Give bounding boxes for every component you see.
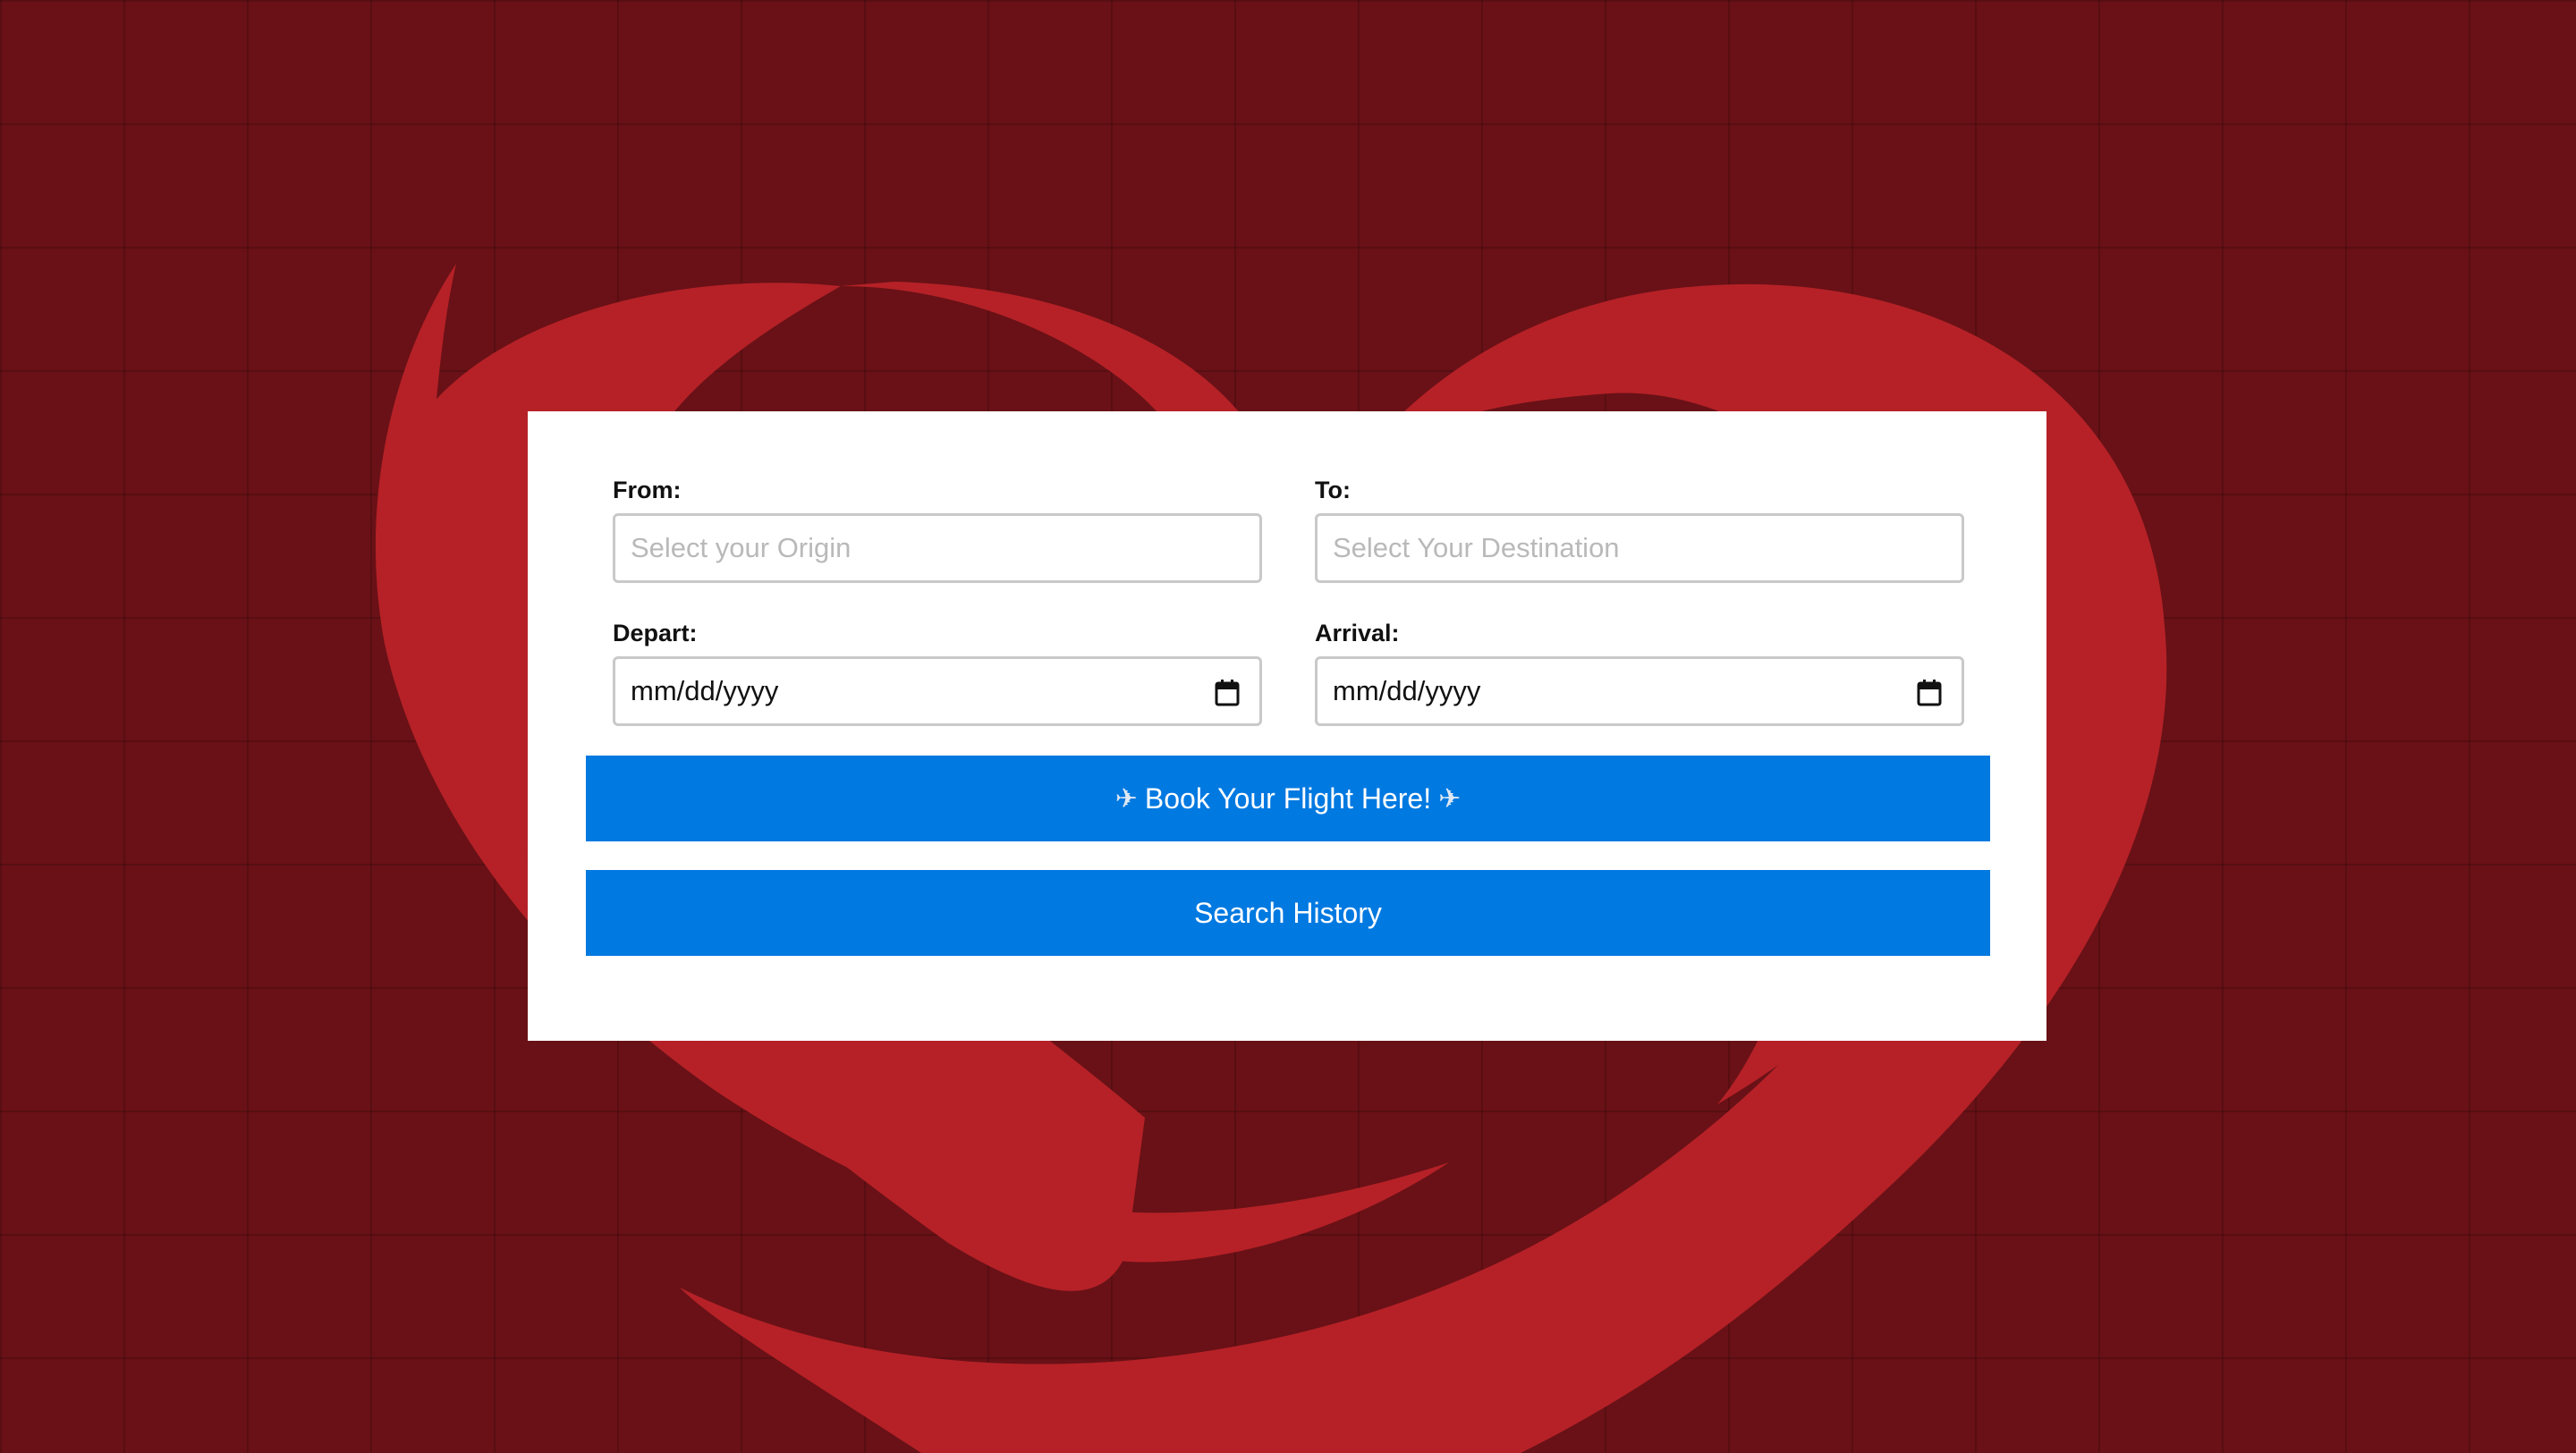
search-history-label: Search History xyxy=(1194,896,1382,929)
search-history-button[interactable]: Search History xyxy=(586,870,1990,956)
book-flight-button[interactable]: ✈ Book Your Flight Here! ✈ xyxy=(586,756,1990,841)
airplane-icon: ✈ xyxy=(1114,783,1138,814)
depart-label: Depart: xyxy=(613,620,698,646)
flight-search-card: From: Select your Origin To: Select Your… xyxy=(528,411,2046,1041)
calendar-icon[interactable] xyxy=(1917,680,1942,706)
origin-placeholder: Select your Origin xyxy=(631,532,852,563)
origin-input[interactable]: Select your Origin xyxy=(613,513,1262,583)
airplane-icon: ✈ xyxy=(1438,783,1462,814)
calendar-icon[interactable] xyxy=(1215,680,1240,706)
destination-placeholder: Select Your Destination xyxy=(1333,532,1620,563)
book-flight-label: Book Your Flight Here! xyxy=(1144,781,1432,815)
depart-date-value: mm/dd/yyyy xyxy=(631,675,779,706)
destination-input[interactable]: Select Your Destination xyxy=(1315,513,1964,583)
depart-date-input[interactable]: mm/dd/yyyy xyxy=(613,656,1262,726)
arrival-date-value: mm/dd/yyyy xyxy=(1333,675,1481,706)
to-label: To: xyxy=(1315,477,1351,503)
arrival-date-input[interactable]: mm/dd/yyyy xyxy=(1315,656,1964,726)
heart-inner-left xyxy=(841,282,1252,429)
from-label: From: xyxy=(613,477,682,503)
arrival-label: Arrival: xyxy=(1315,620,1400,646)
